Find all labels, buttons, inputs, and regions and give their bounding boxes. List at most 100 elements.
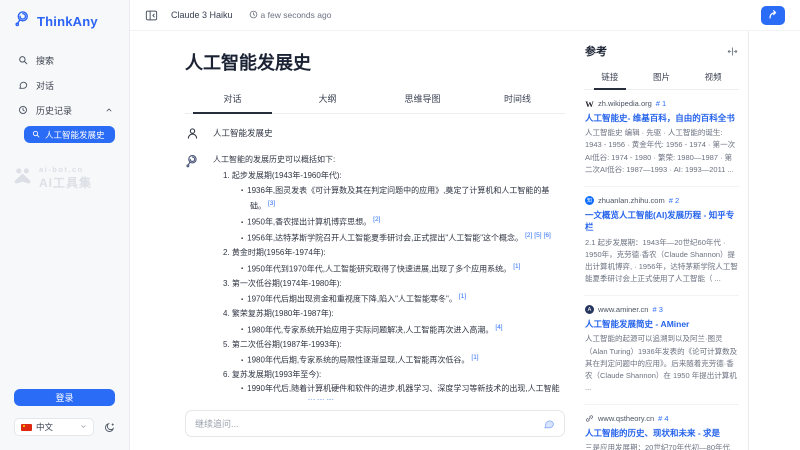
sidebar-item-history[interactable]: 历史记录 [0,98,129,123]
answer-bullet: ▪ 1990年代后,随着计算机硬件和软件的进步,机器学习、深度学习等新技术的出现,… [241,382,565,400]
citation-link[interactable]: [9] [326,399,333,400]
chat-panel: 人工智能发展史 对话 大纲 思维导图 时间线 人工智能发展史 [130,31,575,450]
timestamp-text: a few seconds ago [261,10,332,20]
sidebar-collapse-icon[interactable] [145,9,158,22]
search-icon [32,130,40,140]
ai-message-body: 人工智能的发展历史可以概括如下: 1. 起步发展期(1943年-1960年代):… [213,153,565,400]
tab-links[interactable]: 链接 [584,68,636,89]
tab-images[interactable]: 图片 [636,68,688,89]
citation-link[interactable]: [1] [308,399,315,400]
view-tabs: 对话 大纲 思维导图 时间线 [185,87,565,114]
tab-outline[interactable]: 大纲 [280,87,375,113]
citation-link[interactable]: [5] [534,232,541,239]
reference-item[interactable]: 知zhuanlan.zhihu.com# 2 一文概览人工智能(AI)发展历程 -… [584,187,739,296]
user-message-text: 人工智能发展史 [213,127,273,139]
references-panel: 参考 链接 图片 视频 Wzh.wikipedia.org# 1人工智能史- 维… [575,31,749,450]
sidebar-item-search[interactable]: 搜索 [0,48,129,73]
zhihu-favicon-icon: 知 [585,196,594,205]
reference-title-link[interactable]: 人工智能史- 维基百科，自由的百科全书 [585,112,738,124]
sidebar-item-label: 对话 [36,79,54,92]
answer-bullet: ▪1980年代后期,专家系统的局限性逐渐显现,人工智能再次低谷。[1] [241,352,565,368]
citation-link[interactable]: [4] [495,324,502,331]
login-button[interactable]: 登录 [14,389,115,406]
logo-text: ThinkAny [37,14,98,29]
reference-title-link[interactable]: 人工智能发展简史 - AMiner [585,318,738,330]
bullet-marker-icon: ▪ [241,297,243,303]
user-avatar-icon [185,126,200,140]
reference-domain: zh.wikipedia.org [598,99,652,108]
citation-link[interactable]: [1] [513,263,520,270]
bullet-marker-icon: ▪ [241,327,243,333]
share-arrow-icon [768,8,779,23]
answer-bullet-text: 1980年代后期,专家系统的局限性逐渐显现,人工智能再次低谷。 [247,356,469,365]
language-label: 中文 [36,421,53,433]
sidebar-history-item-active[interactable]: 人工智能发展史 [24,126,115,143]
ai-message: 人工智能的发展历史可以概括如下: 1. 起步发展期(1943年-1960年代):… [185,153,565,400]
answer-bullet-text: 1956年,达特茅斯学院召开人工智能夏季研讨会,正式提出"人工智能"这个概念。 [247,234,523,243]
reference-domain: www.aminer.cn [598,305,648,314]
reference-rank: # 1 [656,99,666,108]
answer-bullet: ▪ 1956年,达特茅斯学院召开人工智能夏季研讨会,正式提出"人工智能"这个概念。… [241,230,565,246]
reference-item[interactable]: Wzh.wikipedia.org# 1人工智能史- 维基百科，自由的百科全书人… [584,90,739,187]
tab-timeline[interactable]: 时间线 [470,87,565,113]
watermark: ai-bot.cn AI工具集 [0,165,129,191]
citation-link[interactable]: [1] [471,354,478,361]
answer-bullet: ▪ 1936年,图灵发表《可计算数及其在判定问题中的应用》,奠定了计算机和人工智能… [241,184,565,214]
language-select[interactable]: 中文 [14,418,94,436]
answer-bullet-text: 1990年代后,随着计算机硬件和软件的进步,机器学习、深度学习等新技术的出现,人… [247,384,559,400]
bullet-marker-icon: ▪ [241,236,243,242]
reference-rank: # 4 [658,414,668,423]
followup-input-box [185,410,565,437]
answer-section-heading: 2. 黄金时期(1956年-1974年): [223,246,565,260]
reference-snippet: 三是应用发展期：20世纪70年代初—80年代中。 [585,442,738,450]
dark-mode-toggle[interactable] [104,422,115,433]
clock-icon [249,10,258,21]
answer-bullet-text: 1936年,图灵发表《可计算数及其在判定问题中的应用》,奠定了计算机和人工智能的… [247,186,549,211]
reference-item[interactable]: www.qstheory.cn# 4 人工智能的历史、现状和未来 - 求是三是应用… [584,405,739,450]
reference-source-row: Awww.aminer.cn# 3 [585,305,738,314]
model-name: Claude 3 Haiku [171,10,233,20]
app-root: ThinkAny 搜索 对话 [0,0,800,450]
tab-mindmap[interactable]: 思维导图 [375,87,470,113]
reference-title-link[interactable]: 一文概览人工智能(AI)发展历程 - 知乎专栏 [585,209,738,234]
paw-logo-icon [12,167,34,190]
reference-item[interactable]: Awww.aminer.cn# 3人工智能发展简史 - AMiner人工智能的起… [584,296,739,405]
followup-input[interactable] [195,419,543,429]
citation-link[interactable]: [1] [459,293,466,300]
citation-link[interactable]: [2] [525,232,532,239]
answer-section-list: 1. 起步发展期(1943年-1960年代):▪1936年,图灵发表《可计算数及… [213,169,565,400]
answer-bullet-text: 1980年代,专家系统开始应用于实际问题解决,人工智能再次进入高潮。 [247,325,493,334]
share-button[interactable] [761,6,785,25]
panel-resize-icon[interactable] [727,46,738,57]
tab-videos[interactable]: 视频 [687,68,739,89]
answer-section-heading: 6. 复苏发展期(1993年至今): [223,368,565,382]
references-tabs: 链接 图片 视频 [584,68,739,90]
bullet-marker-icon: ▪ [241,188,243,194]
citation-link[interactable]: [3] [268,200,275,207]
answer-section-heading: 3. 第一次低谷期(1974年-1980年): [223,277,565,291]
tab-conversation[interactable]: 对话 [185,87,280,113]
reference-snippet: 人工智能的起源可以追溯到以及阿兰·图灵（Alan Turing）1936年发表的… [585,333,738,394]
bullet-marker-icon: ▪ [241,386,243,392]
reference-source-row: 知zhuanlan.zhihu.com# 2 [585,196,738,205]
reference-source-row: www.qstheory.cn# 4 [585,414,738,423]
answer-bullet: ▪1950年,香农提出计算机博弈思想。[2] [241,214,565,230]
references-title: 参考 [585,43,607,59]
reference-rank: # 3 [652,305,662,314]
reference-title-link[interactable]: 人工智能的历史、现状和未来 - 求是 [585,427,738,439]
history-item-label: 人工智能发展史 [45,129,105,141]
app-logo[interactable]: ThinkAny [0,0,129,48]
answer-section-heading: 4. 繁荣复苏期(1980年-1987年): [223,307,565,321]
sidebar-item-chat[interactable]: 对话 [0,73,129,98]
send-icon[interactable] [543,418,555,430]
thinkany-logo-icon [15,10,32,32]
citation-link[interactable]: [8] [317,399,324,400]
answer-bullet-text: 1970年代后期出现资金和重视度下降,陷入"人工智能寒冬"。 [247,295,457,304]
sidebar-item-label: 历史记录 [36,104,72,117]
citation-link[interactable]: [2] [373,216,380,223]
chevron-up-icon[interactable] [105,106,113,116]
watermark-line1: ai-bot.cn [39,165,92,174]
citation-link[interactable]: [6] [544,232,551,239]
answer-bullet: ▪ 1980年代,专家系统开始应用于实际问题解决,人工智能再次进入高潮。[4] [241,322,565,338]
bullet-marker-icon: ▪ [241,266,243,272]
